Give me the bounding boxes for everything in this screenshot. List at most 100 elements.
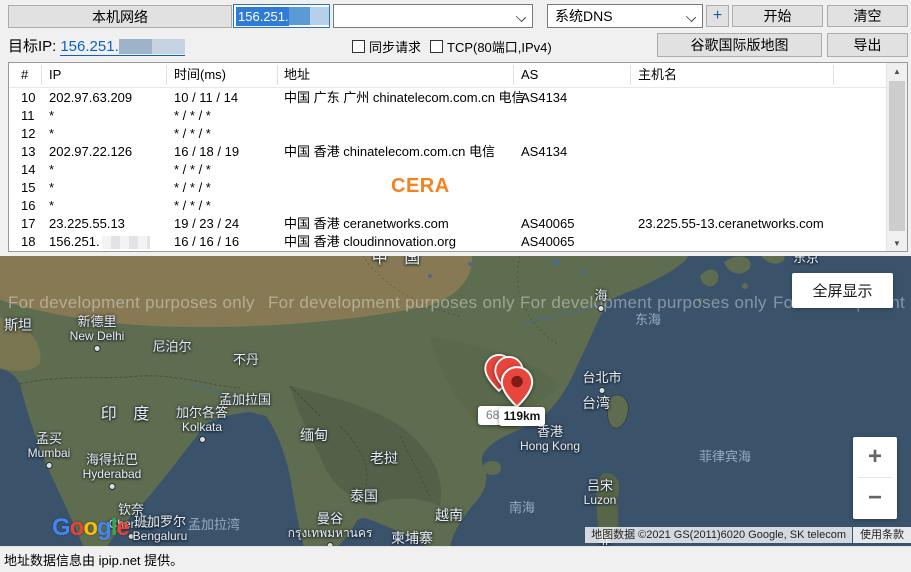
cell-ip: * [49, 125, 54, 143]
local-network-button[interactable]: 本机网络 [8, 5, 232, 28]
history-dropdown[interactable] [333, 4, 533, 28]
cell-addr: 中国 广东 广州 chinatelecom.com.cn 电信 [284, 89, 525, 107]
cell-hop: 17 [21, 215, 35, 233]
city-dot-icon [46, 462, 53, 469]
cell-ip: * [49, 161, 54, 179]
cell-ip: * [49, 107, 54, 125]
cell-ip: * [49, 179, 54, 197]
map-label: 不丹 [233, 353, 259, 367]
map-label: 缅甸 [300, 428, 328, 443]
map-attribution: 地图数据 ©2021 GS(2011)6020 Google, SK telec… [585, 527, 911, 543]
redacted-ip-segment [289, 7, 311, 25]
cell-rtt: 10 / 11 / 14 [174, 89, 238, 107]
add-button[interactable]: + [706, 5, 729, 27]
map-label: 台北市 [582, 371, 621, 394]
map-label: 吕宋Luzon [584, 479, 617, 507]
dns-dropdown-value: 系统DNS [555, 6, 613, 26]
column-divider [41, 65, 42, 85]
column-divider [513, 65, 514, 85]
col-hostname: 主机名 [638, 63, 677, 87]
cell-rtt: * / * / * [174, 161, 211, 179]
redacted-ip-segment [119, 39, 152, 54]
zoom-in-button[interactable]: + [853, 437, 897, 477]
google-logo-letter: o [83, 514, 97, 541]
target-ip-display: 目标IP: 156.251. [8, 34, 185, 56]
clear-button[interactable]: 清空 [827, 5, 908, 27]
bestrace-window: 本机网络 156.251. 系统DNS + 开始 清空 目标IP: 156.25… [0, 0, 911, 572]
cell-hop: 11 [21, 107, 35, 125]
map-label: 东京 [793, 256, 819, 265]
status-bar: 地址数据信息由 ipip.net 提供。 [0, 546, 911, 572]
redacted-ip-segment [152, 39, 185, 54]
table-row[interactable]: 13202.97.22.12616 / 18 / 19中国 香港 chinate… [9, 143, 885, 161]
google-logo[interactable]: Google [52, 514, 129, 542]
tcp-label: TCP(80端口,IPv4) [447, 37, 552, 56]
export-button[interactable]: 导出 [827, 33, 908, 57]
zoom-out-button[interactable]: − [853, 478, 897, 518]
dns-dropdown[interactable]: 系统DNS [547, 4, 703, 28]
map-label: 南海 [509, 501, 535, 515]
map-label: 菲律宾海 [699, 450, 751, 464]
map-label: 台湾 [582, 396, 610, 411]
cell-asn: AS40065 [521, 215, 575, 233]
map-label: 中 国 [372, 256, 426, 268]
column-divider [833, 65, 834, 85]
tcp-checkbox[interactable]: TCP(80端口,IPv4) [430, 37, 552, 56]
google-logo-letter: g [97, 514, 111, 541]
target-ip-input[interactable]: 156.251. [233, 4, 330, 28]
col-address: 地址 [284, 63, 310, 87]
table-row[interactable]: 11** / * / * [9, 107, 885, 125]
city-dot-icon [94, 345, 101, 352]
map-label: 老挝 [370, 451, 398, 466]
table-row[interactable]: 16** / * / * [9, 197, 885, 215]
start-button[interactable]: 开始 [732, 5, 823, 27]
scrollbar-thumb[interactable] [889, 81, 905, 231]
table-scrollbar[interactable]: ▲ ▼ [886, 63, 907, 251]
cell-ip: 202.97.22.126 [49, 143, 132, 161]
table-row[interactable]: 18156.251.16 / 16 / 16中国 香港 cloudinnovat… [9, 233, 885, 251]
map-zoom-control: + − [853, 437, 897, 519]
map-label: 新德里New Delhi [70, 315, 125, 352]
google-logo-letter: e [116, 514, 128, 541]
map-label: 泰国 [350, 489, 378, 504]
map-label: 越南 [435, 508, 463, 523]
map-label: 印 度 [101, 406, 155, 424]
map-watermark: For development purposes only [8, 293, 255, 313]
cell-rtt: * / * / * [174, 179, 211, 197]
cell-ip: * [49, 197, 54, 215]
map-label: 斯坦 [4, 318, 32, 333]
fullscreen-button[interactable]: 全屏显示 [792, 273, 893, 308]
traceroute-table: # IP 时间(ms) 地址 AS 主机名 10202.97.63.20910 … [8, 62, 908, 252]
col-time: 时间(ms) [174, 63, 226, 87]
target-ip-value: 156.251. [60, 38, 118, 55]
sync-request-checkbox[interactable]: 同步请求 [352, 37, 421, 56]
cell-hop: 10 [21, 89, 35, 107]
target-ip-link[interactable]: 156.251. [60, 38, 184, 56]
cell-addr: 中国 香港 chinatelecom.com.cn 电信 [284, 143, 495, 161]
map-label: 曼谷กรุงเทพมหานคร [288, 512, 373, 546]
map-label: 加尔各答Kolkata [176, 406, 228, 443]
map-label: 海得拉巴Hyderabad [83, 453, 142, 490]
scroll-up-icon[interactable]: ▲ [887, 63, 907, 79]
google-international-map-button[interactable]: 谷歌国际版地图 [657, 33, 822, 57]
table-row[interactable]: 1723.225.55.1319 / 23 / 24中国 香港 ceranetw… [9, 215, 885, 233]
table-row[interactable]: 12** / * / * [9, 125, 885, 143]
column-divider [166, 65, 167, 85]
map-label: 东海 [635, 313, 661, 327]
map-label: 海 [594, 289, 607, 312]
city-dot-icon [326, 542, 333, 546]
redacted-ip-block [102, 236, 150, 249]
terms-of-use-link[interactable]: 使用条款 [853, 527, 911, 543]
cell-rtt: * / * / * [174, 197, 211, 215]
map-panel[interactable]: For development purposes onlyFor develop… [0, 256, 911, 546]
city-dot-icon [598, 387, 605, 394]
city-dot-icon [198, 436, 205, 443]
chevron-down-icon [686, 12, 696, 22]
status-text: 地址数据信息由 ipip.net 提供。 [4, 550, 183, 569]
table-row[interactable]: 10202.97.63.20910 / 11 / 14中国 广东 广州 chin… [9, 89, 885, 107]
scroll-down-icon[interactable]: ▼ [887, 235, 907, 251]
target-ip-input-selected-text: 156.251. [236, 7, 289, 26]
cell-rtt: 16 / 16 / 16 [174, 233, 239, 251]
checkbox-icon [352, 40, 365, 53]
cell-asn: AS40065 [521, 233, 575, 251]
